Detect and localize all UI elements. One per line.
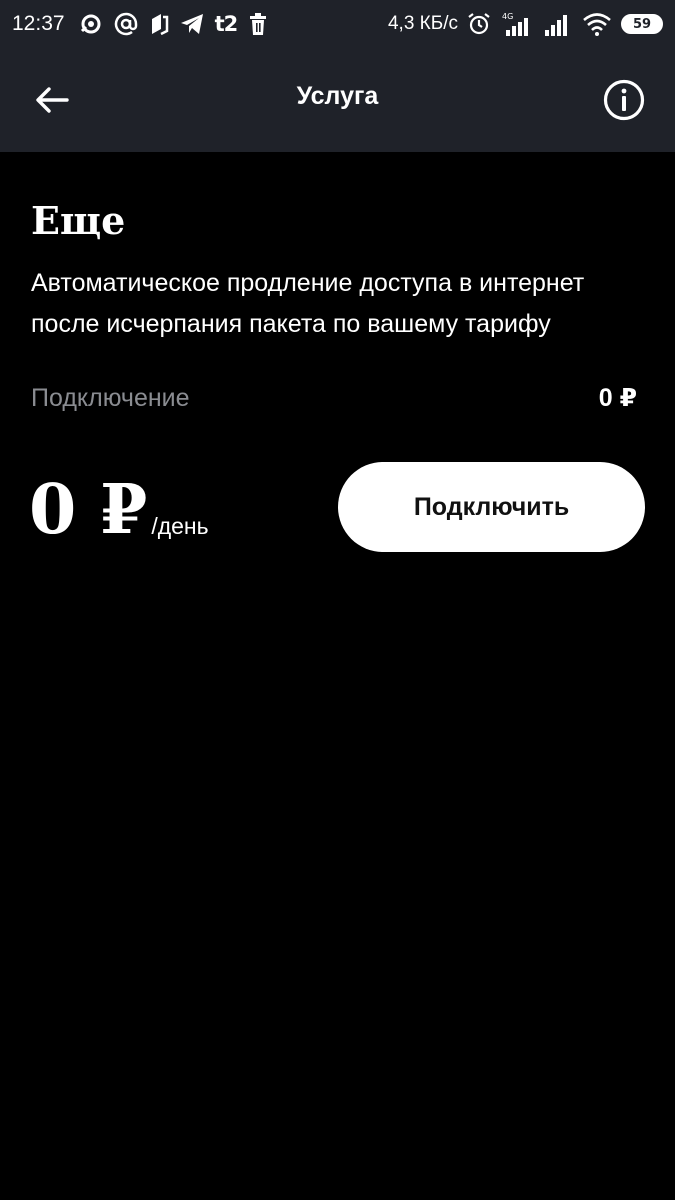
sync-icon — [80, 14, 101, 34]
at-sign-icon — [114, 12, 137, 36]
network-type-label: 4G — [502, 12, 513, 21]
status-time: 12:37 — [12, 12, 65, 35]
info-icon — [603, 79, 645, 121]
service-title: Еще — [31, 198, 126, 243]
battery-level: 59 — [632, 16, 652, 32]
app-bar: Услуга — [0, 48, 675, 152]
connection-label: Подключение — [31, 384, 190, 412]
connect-button[interactable]: Подключить — [338, 462, 645, 552]
info-button[interactable] — [603, 79, 645, 121]
status-icons-left: t2 — [79, 12, 269, 36]
t2-icon: t2 — [214, 12, 239, 36]
service-description: Автоматическое продление доступа в интер… — [31, 269, 585, 338]
connection-price: 0 ₽ — [598, 384, 637, 412]
page-title: Услуга — [296, 82, 379, 110]
wifi-icon — [583, 13, 611, 36]
price-amount: 0 ₽ — [29, 470, 148, 550]
notification-icon — [151, 14, 168, 35]
daily-price: 0 ₽ /день — [29, 470, 209, 550]
telegram-icon — [180, 14, 203, 34]
alarm-icon — [468, 13, 490, 35]
signal-4g-icon: 4G — [502, 12, 528, 36]
price-period: /день — [151, 513, 209, 539]
trash-icon — [250, 13, 267, 35]
net-speed: 4,3 КБ/с — [387, 13, 458, 34]
status-bar: 12:37 t2 4,3 КБ/с 4G 59 — [0, 0, 675, 48]
battery-icon: 59 — [621, 14, 663, 34]
status-icons-right: 4,3 КБ/с 4G 59 — [388, 0, 663, 48]
signal-icon — [545, 15, 567, 36]
